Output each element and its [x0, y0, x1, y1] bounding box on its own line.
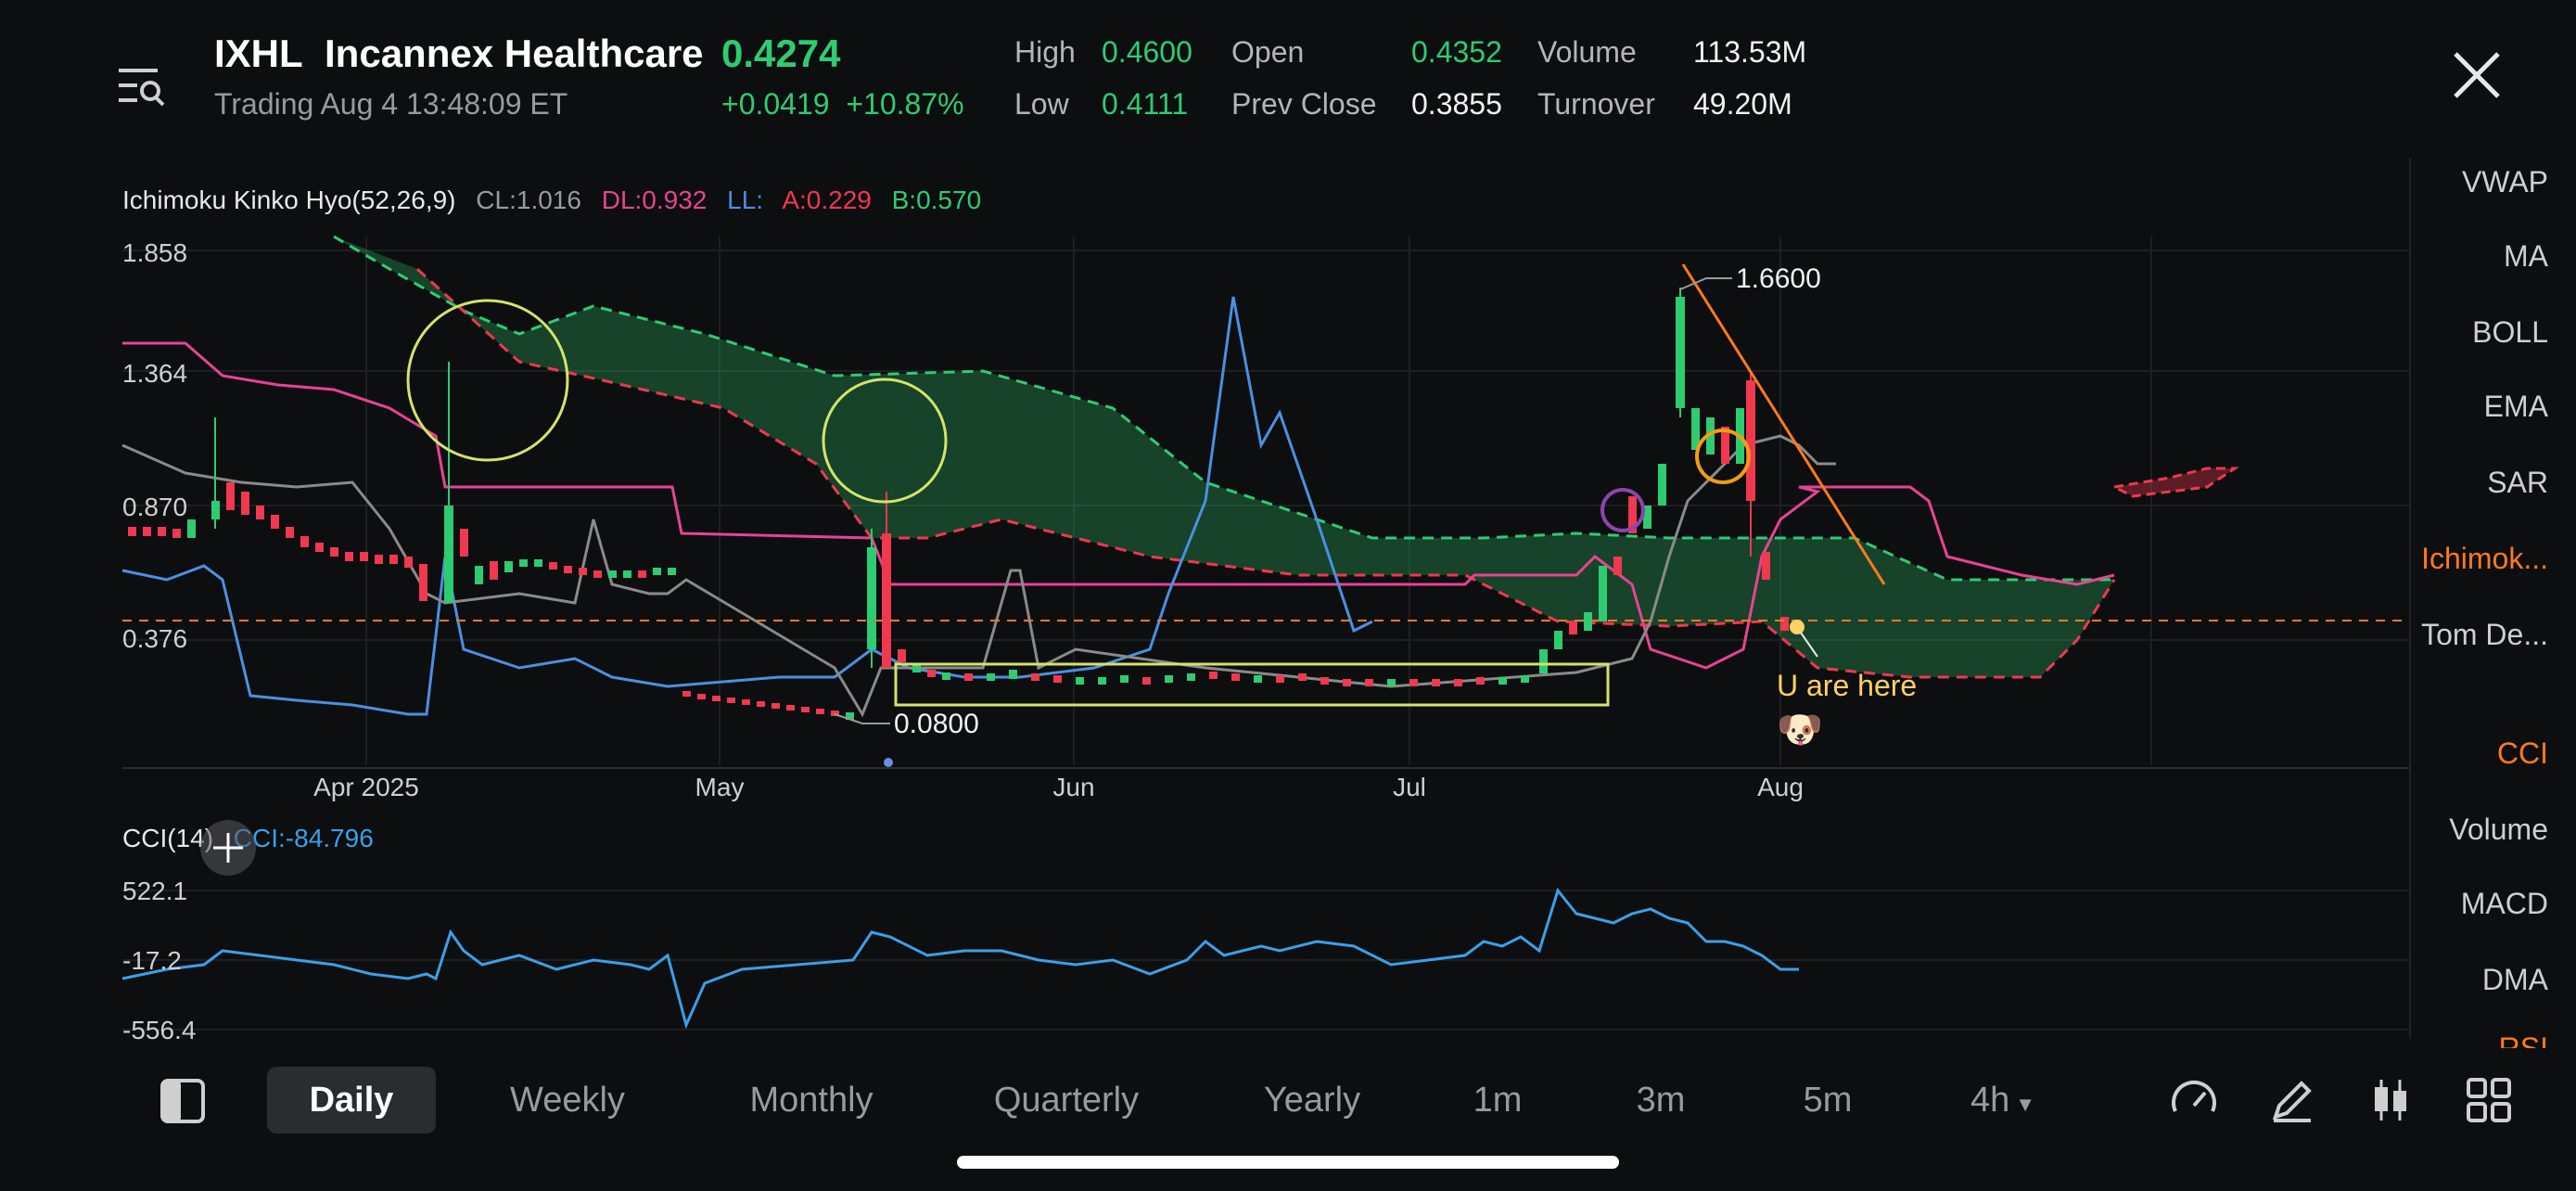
pencil-icon[interactable] [2266, 1074, 2318, 1126]
sidebar-item-vwap[interactable]: VWAP [2372, 165, 2548, 199]
ichimoku-legend: Ichimoku Kinko Hyo(52,26,9) CL:1.016 DL:… [122, 186, 994, 215]
y-tick-4: 0.376 [122, 624, 187, 653]
close-icon[interactable] [2452, 50, 2502, 100]
sidebar-item-ma[interactable]: MA [2372, 239, 2548, 274]
cci-tick-1: 522.1 [122, 877, 187, 905]
note-annotation: U are here [1777, 669, 1917, 702]
ticker: IXHL [214, 32, 303, 75]
tab-yearly[interactable]: Yearly [1243, 1067, 1382, 1133]
high-label: High [1014, 35, 1076, 69]
tab-4h-label: 4h [1970, 1081, 2010, 1120]
dl-value: DL:0.932 [601, 186, 708, 214]
open-value: 0.4352 [1411, 35, 1502, 69]
span-b-value: B:0.570 [891, 186, 982, 214]
sidebar-divider [2409, 158, 2411, 1039]
ichimoku-name: Ichimoku Kinko Hyo(52,26,9) [122, 186, 456, 214]
trading-status: Trading Aug 4 13:48:09 ET [214, 87, 568, 121]
x-tick-5: Aug [1757, 773, 1804, 801]
sidebar-item-cci[interactable]: CCI [2372, 736, 2548, 771]
prev-close-label: Prev Close [1231, 87, 1377, 121]
cl-value: CL:1.016 [476, 186, 581, 214]
sidebar-item-sar[interactable]: SAR [2372, 466, 2548, 500]
cci-tick-2: -17.2 [122, 946, 182, 975]
tab-5m[interactable]: 5m [1786, 1067, 1869, 1133]
low-value: 0.4111 [1102, 87, 1189, 121]
tab-monthly[interactable]: Monthly [733, 1067, 890, 1133]
tab-4h[interactable]: 4h ▼ [1957, 1067, 2049, 1133]
layout-toggle-icon[interactable] [159, 1078, 206, 1124]
ll-value: LL: [727, 186, 764, 214]
tab-3m[interactable]: 3m [1619, 1067, 1702, 1133]
tab-1m[interactable]: 1m [1456, 1067, 1539, 1133]
x-tick-2: May [695, 773, 745, 801]
x-tick-1: Apr 2025 [313, 773, 419, 801]
grid-lines [122, 237, 2411, 765]
sidebar-overflow: RSI [2372, 1035, 2548, 1048]
sidebar-item-dma[interactable]: DMA [2372, 963, 2548, 997]
open-label: Open [1231, 35, 1305, 69]
caret-down-icon: ▼ [2015, 1093, 2036, 1116]
stock-title: IXHL Incannex Healthcare [214, 32, 704, 76]
cci-tick-3: -556.4 [122, 1016, 196, 1044]
dog-emoji: 🐶 [1777, 710, 1823, 750]
high-annotation: 1.6600 [1736, 263, 1821, 294]
turnover-value: 49.20M [1693, 87, 1792, 121]
x-tick-3: Jun [1052, 773, 1094, 801]
low-annotation: 0.0800 [894, 709, 979, 739]
candlestick-icon[interactable] [2365, 1074, 2417, 1126]
change-value: +0.0419 [721, 87, 830, 121]
ichimoku-cloud [333, 235, 2239, 679]
menu-search-icon[interactable] [117, 65, 165, 108]
sidebar-item-tom-demark[interactable]: Tom De... [2372, 618, 2548, 652]
home-indicator[interactable] [957, 1156, 1619, 1169]
y-tick-3: 0.870 [122, 493, 187, 521]
sidebar-item-volume[interactable]: Volume [2372, 813, 2548, 847]
change-percent: +10.87% [846, 87, 964, 121]
tab-weekly[interactable]: Weekly [490, 1067, 645, 1133]
tab-quarterly[interactable]: Quarterly [983, 1067, 1150, 1133]
sidebar-item-macd[interactable]: MACD [2372, 887, 2548, 921]
turnover-label: Turnover [1537, 87, 1655, 121]
sidebar-item-rsi[interactable]: RSI [2372, 1035, 2548, 1048]
x-tick-4: Jul [1393, 773, 1426, 801]
main-chart[interactable]: 1.858 1.364 0.870 0.376 Apr 2025 May Jun… [0, 232, 2429, 807]
y-tick-1: 1.858 [122, 238, 187, 267]
high-value: 0.4600 [1102, 35, 1192, 69]
span-a-value: A:0.229 [782, 186, 872, 214]
low-label: Low [1014, 87, 1069, 121]
y-tick-2: 1.364 [122, 359, 187, 388]
tab-daily[interactable]: Daily [267, 1067, 436, 1133]
prev-close-value: 0.3855 [1411, 87, 1502, 121]
cci-line [121, 887, 1799, 1030]
sidebar-item-ichimoku[interactable]: Ichimok... [2372, 542, 2548, 576]
cci-chart[interactable]: 522.1 -17.2 -556.4 [0, 863, 2429, 1048]
volume-value: 113.53M [1693, 35, 1807, 69]
grid-icon[interactable] [2463, 1074, 2515, 1126]
sidebar-item-ema[interactable]: EMA [2372, 390, 2548, 424]
annotation-circle-3 [1600, 488, 1645, 532]
speedometer-icon[interactable] [2168, 1074, 2220, 1126]
volume-label: Volume [1537, 35, 1637, 69]
sidebar-item-boll[interactable]: BOLL [2372, 315, 2548, 350]
last-price: 0.4274 [721, 32, 841, 75]
company-name: Incannex Healthcare [325, 32, 704, 75]
price-change: +0.0419 +10.87% [721, 87, 964, 122]
